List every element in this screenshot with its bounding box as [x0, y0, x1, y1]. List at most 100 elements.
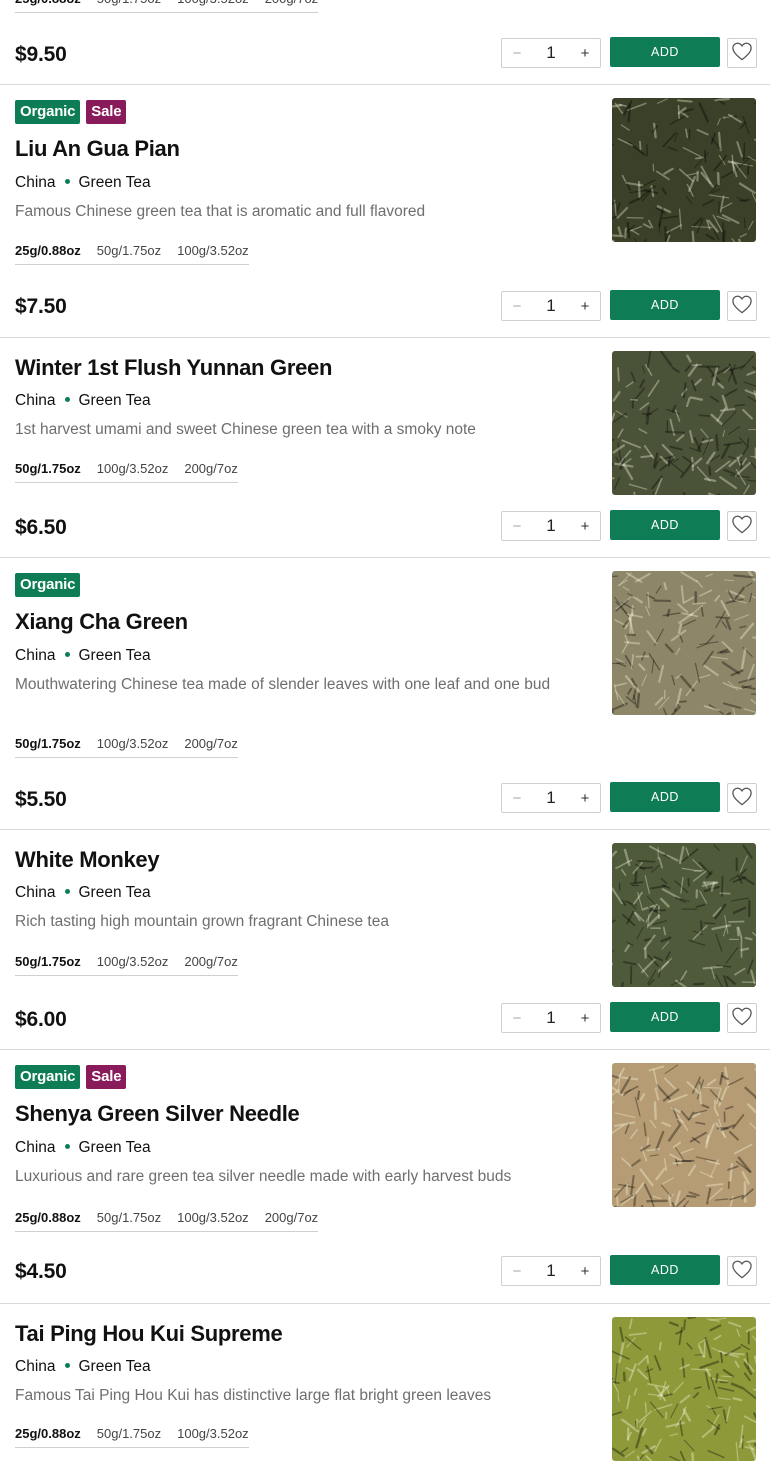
decrement-button[interactable]: −	[502, 1010, 532, 1027]
decrement-button[interactable]: −	[502, 298, 532, 315]
add-to-cart-button[interactable]: ADD	[610, 290, 720, 320]
heart-icon	[731, 41, 753, 66]
size-option[interactable]: 100g/3.52oz	[177, 0, 249, 6]
increment-button[interactable]: +	[570, 518, 600, 535]
size-option[interactable]: 25g/0.88oz	[15, 1426, 81, 1441]
quantity-value[interactable]: 1	[546, 788, 555, 808]
product-card: OrganicSale Shenya Green Silver Needle Chi…	[0, 1050, 770, 1304]
add-to-cart-button[interactable]: ADD	[610, 1255, 720, 1285]
size-option[interactable]: 100g/3.52oz	[97, 736, 169, 751]
product-image[interactable]	[612, 571, 756, 715]
decrement-button[interactable]: −	[502, 790, 532, 807]
size-option[interactable]: 100g/3.52oz	[177, 1426, 249, 1441]
add-to-cart-button[interactable]: ADD	[610, 782, 720, 812]
sale-badge: Sale	[86, 1065, 126, 1089]
size-option[interactable]: 200g/7oz	[184, 736, 238, 751]
size-option[interactable]: 100g/3.52oz	[97, 461, 169, 476]
heart-icon	[731, 786, 753, 811]
product-title[interactable]: Xiang Cha Green	[15, 609, 188, 635]
size-option[interactable]: 100g/3.52oz	[177, 243, 249, 258]
heart-icon	[731, 294, 753, 319]
add-to-cart-button[interactable]: ADD	[610, 37, 720, 67]
size-selector: 25g/0.88oz 50g/1.75oz 100g/3.52oz 200g/7oz	[15, 1210, 318, 1232]
product-description: Famous Tai Ping Hou Kui has distinctive …	[15, 1387, 491, 1405]
increment-button[interactable]: +	[570, 1010, 600, 1027]
size-selector: 50g/1.75oz 100g/3.52oz 200g/7oz	[15, 954, 238, 976]
product-origin-type: ChinaGreen Tea	[15, 392, 151, 410]
product-description: Famous Chinese green tea that is aromati…	[15, 203, 425, 221]
product-image[interactable]	[612, 351, 756, 495]
product-price: $7.50	[15, 295, 67, 319]
increment-button[interactable]: +	[570, 790, 600, 807]
size-option[interactable]: 25g/0.88oz	[15, 243, 81, 258]
decrement-button[interactable]: −	[502, 518, 532, 535]
size-option[interactable]: 50g/1.75oz	[97, 1426, 161, 1441]
size-option[interactable]: 50g/1.75oz	[15, 954, 81, 969]
increment-button[interactable]: +	[570, 45, 600, 62]
size-option[interactable]: 100g/3.52oz	[177, 1210, 249, 1225]
size-selector: 50g/1.75oz 100g/3.52oz 200g/7oz	[15, 461, 238, 483]
quantity-value[interactable]: 1	[546, 1261, 555, 1281]
separator-dot	[65, 179, 70, 184]
size-option[interactable]: 50g/1.75oz	[97, 1210, 161, 1225]
quantity-value[interactable]: 1	[546, 1008, 555, 1028]
product-image[interactable]	[612, 98, 756, 242]
product-title[interactable]: White Monkey	[15, 847, 159, 873]
product-image[interactable]	[612, 1317, 756, 1461]
size-option[interactable]: 25g/0.88oz	[15, 1210, 81, 1225]
heart-icon	[731, 1259, 753, 1284]
quantity-value[interactable]: 1	[546, 516, 555, 536]
product-card: OrganicSaleLiu An Gua PianChinaGreen Tea…	[0, 85, 770, 338]
increment-button[interactable]: +	[570, 1263, 600, 1280]
product-origin-type: ChinaGreen Tea	[15, 174, 151, 192]
product-origin-type: ChinaGreen Tea	[15, 884, 151, 902]
size-option[interactable]: 25g/0.88oz	[15, 0, 81, 6]
origin-label: China	[15, 392, 56, 409]
wishlist-button[interactable]	[727, 1003, 757, 1033]
wishlist-button[interactable]	[727, 1256, 757, 1286]
size-option[interactable]: 50g/1.75oz	[97, 243, 161, 258]
product-image[interactable]	[612, 1063, 756, 1207]
product-title[interactable]: Shenya Green Silver Needle	[15, 1101, 299, 1127]
product-price: $6.00	[15, 1008, 67, 1032]
increment-button[interactable]: +	[570, 298, 600, 315]
size-option[interactable]: 50g/1.75oz	[97, 0, 161, 6]
quantity-stepper: −1 +	[501, 783, 601, 813]
decrement-button[interactable]: −	[502, 1263, 532, 1280]
product-image[interactable]	[612, 843, 756, 987]
product-description: Luxurious and rare green tea silver need…	[15, 1168, 511, 1186]
add-to-cart-button[interactable]: ADD	[610, 1002, 720, 1032]
size-selector: 25g/0.88oz 50g/1.75oz 100g/3.52oz	[15, 1426, 249, 1448]
quantity-stepper: −1 +	[501, 291, 601, 321]
add-to-cart-button[interactable]: ADD	[610, 510, 720, 540]
badge-group: OrganicSale	[15, 1065, 126, 1089]
size-option[interactable]: 200g/7oz	[184, 954, 238, 969]
size-option[interactable]: 200g/7oz	[184, 461, 238, 476]
product-price: $9.50	[15, 43, 67, 67]
product-title[interactable]: Liu An Gua Pian	[15, 136, 180, 162]
wishlist-button[interactable]	[727, 38, 757, 68]
size-option[interactable]: 50g/1.75oz	[15, 736, 81, 751]
size-option[interactable]: 50g/1.75oz	[15, 461, 81, 476]
size-option[interactable]: 200g/7oz	[265, 0, 319, 6]
product-origin-type: ChinaGreen Tea	[15, 647, 151, 665]
product-title[interactable]: Tai Ping Hou Kui Supreme	[15, 1321, 282, 1347]
origin-label: China	[15, 1139, 56, 1156]
quantity-stepper: −1 +	[501, 1003, 601, 1033]
quantity-value[interactable]: 1	[546, 43, 555, 63]
quantity-value[interactable]: 1	[546, 296, 555, 316]
wishlist-button[interactable]	[727, 783, 757, 813]
tea-type-label: Green Tea	[79, 174, 151, 191]
heart-icon	[731, 1006, 753, 1031]
wishlist-button[interactable]	[727, 291, 757, 321]
separator-dot	[65, 889, 70, 894]
size-option[interactable]: 200g/7oz	[265, 1210, 319, 1225]
product-price: $4.50	[15, 1260, 67, 1284]
organic-badge: Organic	[15, 1065, 80, 1089]
wishlist-button[interactable]	[727, 511, 757, 541]
product-price: $6.50	[15, 516, 67, 540]
decrement-button[interactable]: −	[502, 45, 532, 62]
size-option[interactable]: 100g/3.52oz	[97, 954, 169, 969]
tea-type-label: Green Tea	[79, 647, 151, 664]
product-title[interactable]: Winter 1st Flush Yunnan Green	[15, 355, 332, 381]
